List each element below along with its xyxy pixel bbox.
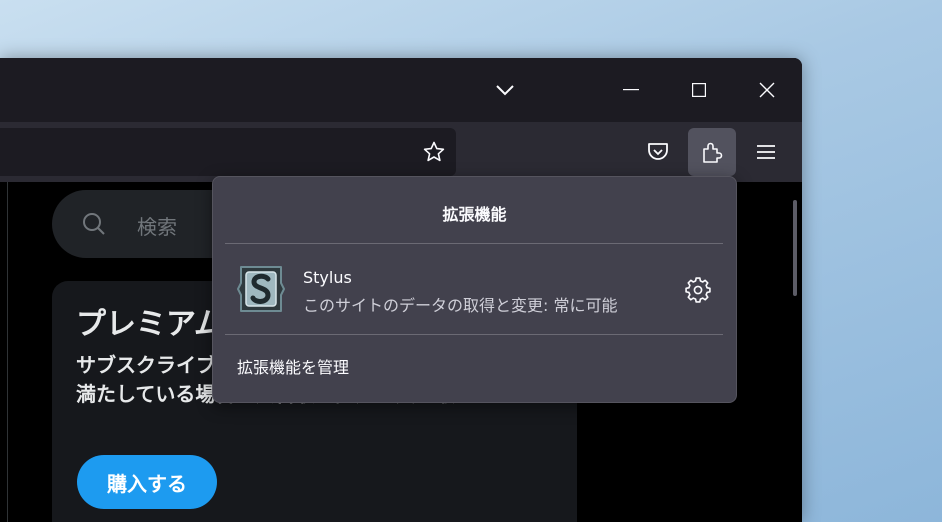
extensions-panel: 拡張機能 Stylus このサイトのデータの取得と変更: 常に可能 拡張機能を管… <box>212 176 737 403</box>
scrollbar[interactable] <box>793 200 797 296</box>
puzzle-piece-icon <box>703 142 723 163</box>
url-bar[interactable] <box>0 128 456 176</box>
nav-toolbar <box>0 122 802 182</box>
buy-button[interactable]: 購入する <box>77 455 217 509</box>
divider <box>225 334 723 335</box>
minimize-button[interactable] <box>606 58 656 122</box>
bookmark-star-icon[interactable] <box>422 140 446 164</box>
pocket-button[interactable] <box>634 128 682 176</box>
app-menu-button[interactable] <box>742 128 790 176</box>
gear-icon[interactable] <box>685 277 711 303</box>
premium-title: プレミアム <box>76 307 224 342</box>
minimize-icon <box>623 89 639 91</box>
stylus-logo-icon <box>237 266 285 312</box>
manage-extensions-link[interactable]: 拡張機能を管理 <box>237 354 349 378</box>
panel-title: 拡張機能 <box>442 205 507 224</box>
maximize-button[interactable] <box>674 58 724 122</box>
search-icon <box>83 213 105 235</box>
title-bar <box>0 58 802 122</box>
extension-permission: このサイトのデータの取得と変更: 常に可能 <box>303 296 618 315</box>
maximize-icon <box>692 83 706 97</box>
extension-name: Stylus <box>303 268 352 287</box>
divider <box>225 243 723 244</box>
close-button[interactable] <box>742 58 792 122</box>
extension-item-stylus[interactable]: Stylus このサイトのデータの取得と変更: 常に可能 <box>225 249 723 331</box>
hamburger-menu-icon <box>757 145 775 159</box>
list-all-tabs-button[interactable] <box>480 58 530 122</box>
pocket-icon <box>648 143 668 160</box>
search-placeholder: 検索 <box>137 215 177 239</box>
chevron-down-icon <box>496 85 514 96</box>
divider <box>7 182 8 522</box>
close-icon <box>759 82 775 98</box>
extensions-button[interactable] <box>688 128 736 176</box>
